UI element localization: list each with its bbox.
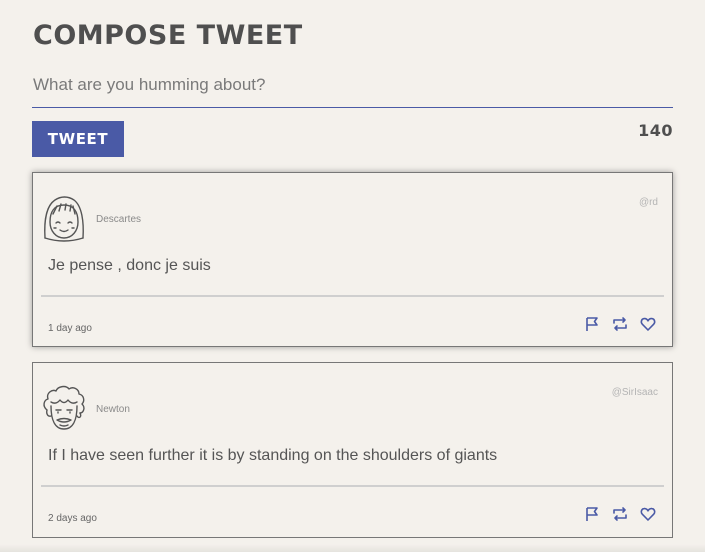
page-bottom-shadow [0, 544, 705, 552]
tweet-text: If I have seen further it is by standing… [48, 447, 498, 464]
card-divider [41, 295, 664, 297]
card-divider [41, 485, 664, 487]
tweet-text: Je pense , donc je suis [48, 257, 211, 274]
user-name: Newton [96, 404, 130, 415]
flag-icon[interactable] [584, 506, 600, 522]
user-handle: @rd [638, 197, 658, 208]
user-handle: @SirIsaac [611, 387, 658, 398]
tweet-card: Descartes @rd Je pense , donc je suis 1 … [32, 172, 673, 347]
girl-face-icon [41, 194, 87, 244]
tweet-time: 2 days ago [48, 513, 97, 524]
retweet-icon[interactable] [612, 506, 628, 522]
tweet-button[interactable]: Tweet [32, 121, 124, 157]
retweet-icon[interactable] [612, 316, 628, 332]
compose-title: Compose Tweet [33, 20, 303, 51]
curly-hair-face-icon [41, 384, 87, 434]
tweet-card: Newton @SirIsaac If I have seen further … [32, 362, 673, 538]
tweet-time: 1 day ago [48, 323, 92, 334]
char-count: 140 [638, 121, 673, 140]
heart-icon[interactable] [640, 506, 656, 522]
heart-icon[interactable] [640, 316, 656, 332]
tweet-actions [584, 506, 656, 522]
compose-input[interactable] [32, 68, 673, 108]
tweet-actions [584, 316, 656, 332]
flag-icon[interactable] [584, 316, 600, 332]
user-name: Descartes [96, 214, 142, 225]
